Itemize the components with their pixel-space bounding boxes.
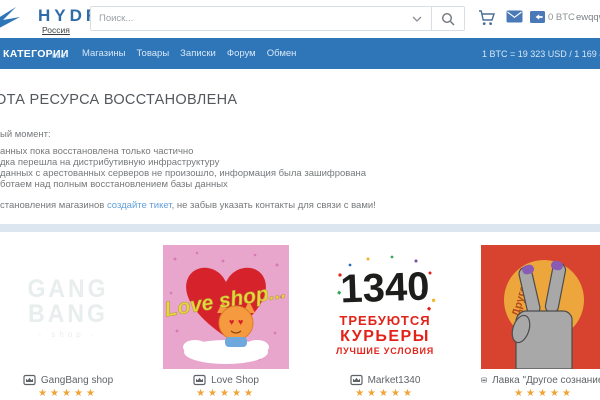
- svg-text:♥: ♥: [238, 317, 243, 327]
- mail-icon[interactable]: [506, 10, 523, 23]
- ticket-prefix: становления магазинов: [0, 200, 107, 211]
- gangbang-text: BANG: [28, 299, 108, 327]
- svg-text:♥: ♥: [229, 317, 234, 327]
- btc-rate: 1 BTC = 19 323 USD / 1 169 461 Р: [482, 49, 600, 59]
- hydra-marketplace-page: { "header": { "brand": "HYDRA", "brand_r…: [0, 0, 600, 400]
- shop-card-lavka[interactable]: Другое Сознание Лавка "Другое сознание" …: [481, 245, 600, 369]
- nav-item-forum[interactable]: Форум: [227, 48, 256, 59]
- brand-region[interactable]: Россия: [42, 25, 70, 35]
- announcement-line: ботаем над полным восстановлением базы д…: [0, 179, 228, 190]
- username[interactable]: ewqqwer: [576, 12, 600, 23]
- shop-rating: ★★★★★: [481, 388, 600, 399]
- shop-name[interactable]: Лавка "Другое сознание": [492, 375, 600, 386]
- search-button[interactable]: [431, 7, 464, 30]
- wallet-balance[interactable]: 0 BTC: [548, 12, 575, 23]
- nav-item-shops[interactable]: Магазины: [82, 48, 125, 59]
- shop-card-market1340[interactable]: 1340 ТРЕБУЮТСЯ КУРЬЕРЫ ЛУЧШИЕ УСЛОВИЯ Ma…: [322, 245, 448, 369]
- header: HYDRA Россия 0 BTC ewqqwer: [0, 0, 600, 38]
- market-line1: ТРЕБУЮТСЯ: [339, 313, 430, 328]
- shop-crown-icon: [23, 374, 36, 386]
- shop-image-loveshop[interactable]: ♥ ♥ Love shop...: [163, 245, 289, 369]
- announcement-line: дка перешла на дистрибутивную инфраструк…: [0, 157, 219, 168]
- announcement-line: данных с арестованных серверов не произо…: [0, 168, 366, 179]
- wallet-icon[interactable]: [530, 11, 545, 23]
- search-icon: [441, 12, 455, 26]
- search-input[interactable]: [91, 7, 403, 30]
- shop-image-market1340[interactable]: 1340 ТРЕБУЮТСЯ КУРЬЕРЫ ЛУЧШИЕ УСЛОВИЯ: [322, 245, 448, 369]
- ticket-line: становления магазинов создайте тикет, не…: [0, 200, 376, 211]
- nav-all-link[interactable]: все: [52, 50, 65, 60]
- shop-crown-icon: [193, 374, 206, 386]
- shop-name[interactable]: GangBang shop: [41, 375, 113, 386]
- shop-rating: ★★★★★: [163, 388, 289, 399]
- shop-card-gangbang[interactable]: GANG BANG - shop - GangBang shop ★★★★★: [5, 245, 131, 369]
- nav-item-goods[interactable]: Товары: [136, 48, 169, 59]
- nav-item-exchange[interactable]: Обмен: [267, 48, 297, 59]
- nav-menu: Магазины Товары Записки Форум Обмен: [82, 48, 296, 59]
- market-line2: КУРЬЕРЫ: [340, 328, 430, 345]
- main-nav: КАТЕГОРИИ все Магазины Товары Записки Фо…: [0, 38, 600, 69]
- shop-image-gangbang[interactable]: GANG BANG - shop -: [5, 245, 131, 369]
- shop-rating: ★★★★★: [5, 388, 131, 399]
- section-divider: [0, 224, 600, 232]
- chevron-down-icon[interactable]: [403, 16, 431, 22]
- page-title: ОТА РЕСУРСА ВОССТАНОВЛЕНА: [0, 92, 237, 108]
- create-ticket-link[interactable]: создайте тикет: [107, 200, 172, 211]
- hydra-logo-icon[interactable]: [0, 3, 30, 35]
- search-bar: [90, 6, 465, 31]
- cart-icon[interactable]: [478, 10, 496, 26]
- announcement-line: анных пока восстановлена только частично: [0, 146, 193, 157]
- ticket-suffix: , не забыв указать контакты для связи с …: [172, 200, 376, 211]
- market-number: 1340: [340, 264, 430, 311]
- shop-image-lavka[interactable]: Другое Сознание: [481, 245, 600, 369]
- shop-name[interactable]: Market1340: [368, 375, 421, 386]
- market-line3: ЛУЧШИЕ УСЛОВИЯ: [336, 346, 434, 356]
- shop-rating: ★★★★★: [322, 388, 448, 399]
- shop-name[interactable]: Love Shop: [211, 375, 259, 386]
- shop-card-loveshop[interactable]: ♥ ♥ Love shop... Love Shop ★★★★★: [163, 245, 289, 369]
- nav-item-notes[interactable]: Записки: [180, 48, 216, 59]
- announcement-intro: ый момент:: [0, 129, 51, 140]
- shop-crown-icon: [350, 374, 363, 386]
- gangbang-text: GANG: [28, 274, 109, 302]
- gangbang-text: - shop -: [38, 330, 97, 339]
- shop-crown-icon: [481, 374, 487, 386]
